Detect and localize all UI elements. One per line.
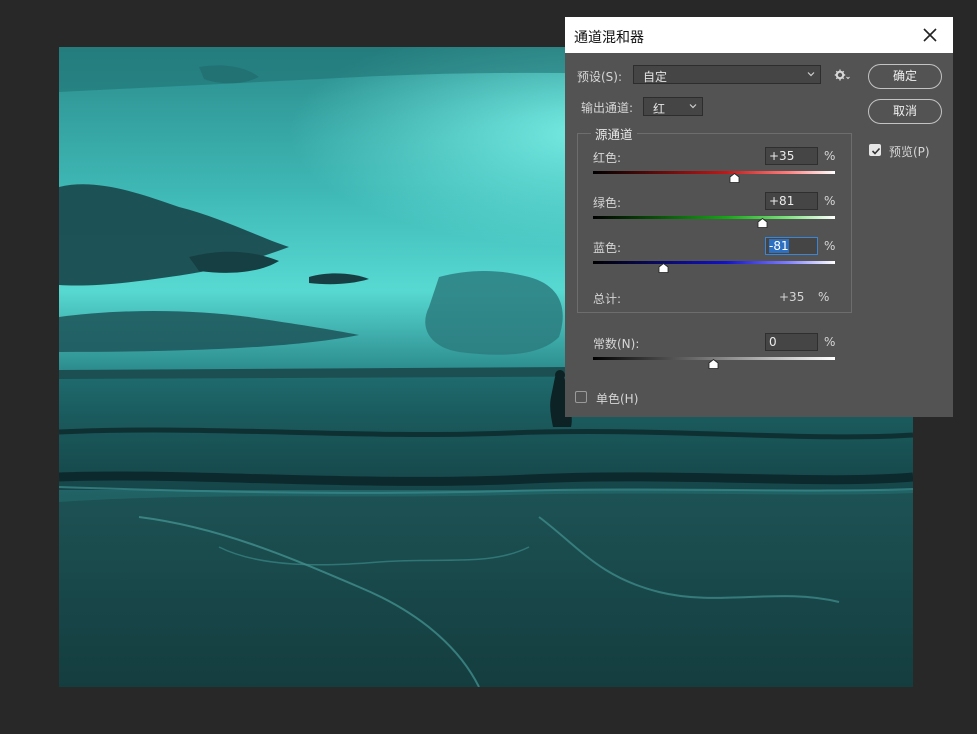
red-channel-label: 红色:	[593, 151, 622, 165]
red-channel-unit: %	[824, 149, 836, 163]
constant-label: 常数(N):	[593, 337, 640, 351]
blue-channel-input[interactable]: -81	[765, 237, 818, 255]
chevron-down-icon	[807, 72, 815, 77]
blue-channel-slider[interactable]	[593, 261, 835, 264]
monochrome-checkbox[interactable]	[575, 391, 587, 403]
blue-channel-unit: %	[824, 239, 836, 253]
preview-label: 预览(P)	[889, 145, 930, 159]
red-channel-slider[interactable]	[593, 171, 835, 174]
preset-label: 预设(S):	[577, 70, 623, 84]
output-channel-dropdown[interactable]: 红	[643, 97, 703, 116]
preset-dropdown[interactable]: 自定	[633, 65, 821, 84]
constant-unit: %	[824, 335, 836, 349]
output-channel-label: 输出通道:	[581, 101, 634, 115]
ok-button[interactable]: 确定	[868, 64, 942, 89]
close-icon[interactable]	[921, 26, 939, 44]
total-label: 总计:	[593, 292, 622, 306]
dialog-titlebar: 通道混和器	[565, 17, 953, 53]
channel-mixer-dialog: 通道混和器 预设(S): 自定 输出通道: 红 确定 取消 预览(P) 源通道 …	[565, 17, 953, 417]
cancel-button[interactable]: 取消	[868, 99, 942, 124]
monochrome-label: 单色(H)	[596, 392, 639, 406]
constant-slider-thumb[interactable]	[708, 359, 719, 369]
constant-input[interactable]: 0	[765, 333, 818, 351]
output-channel-value: 红	[653, 102, 666, 116]
checkmark-icon	[871, 147, 881, 155]
green-channel-input[interactable]: +81	[765, 192, 818, 210]
red-channel-input[interactable]: +35	[765, 147, 818, 165]
green-channel-unit: %	[824, 194, 836, 208]
green-channel-slider[interactable]	[593, 216, 835, 219]
source-channels-title: 源通道	[591, 124, 637, 143]
blue-channel-label: 蓝色:	[593, 241, 622, 255]
gear-icon[interactable]	[834, 68, 850, 82]
preview-checkbox[interactable]	[869, 144, 881, 156]
red-slider-thumb[interactable]	[729, 173, 740, 183]
total-unit: %	[818, 290, 830, 304]
green-channel-label: 绿色:	[593, 196, 622, 210]
preset-value: 自定	[643, 70, 668, 84]
blue-channel-value: -81	[769, 239, 789, 253]
chevron-down-icon	[689, 104, 697, 109]
dialog-title: 通道混和器	[574, 30, 644, 46]
total-value: +35	[779, 290, 805, 304]
green-slider-thumb[interactable]	[757, 218, 768, 228]
blue-slider-thumb[interactable]	[658, 263, 669, 273]
